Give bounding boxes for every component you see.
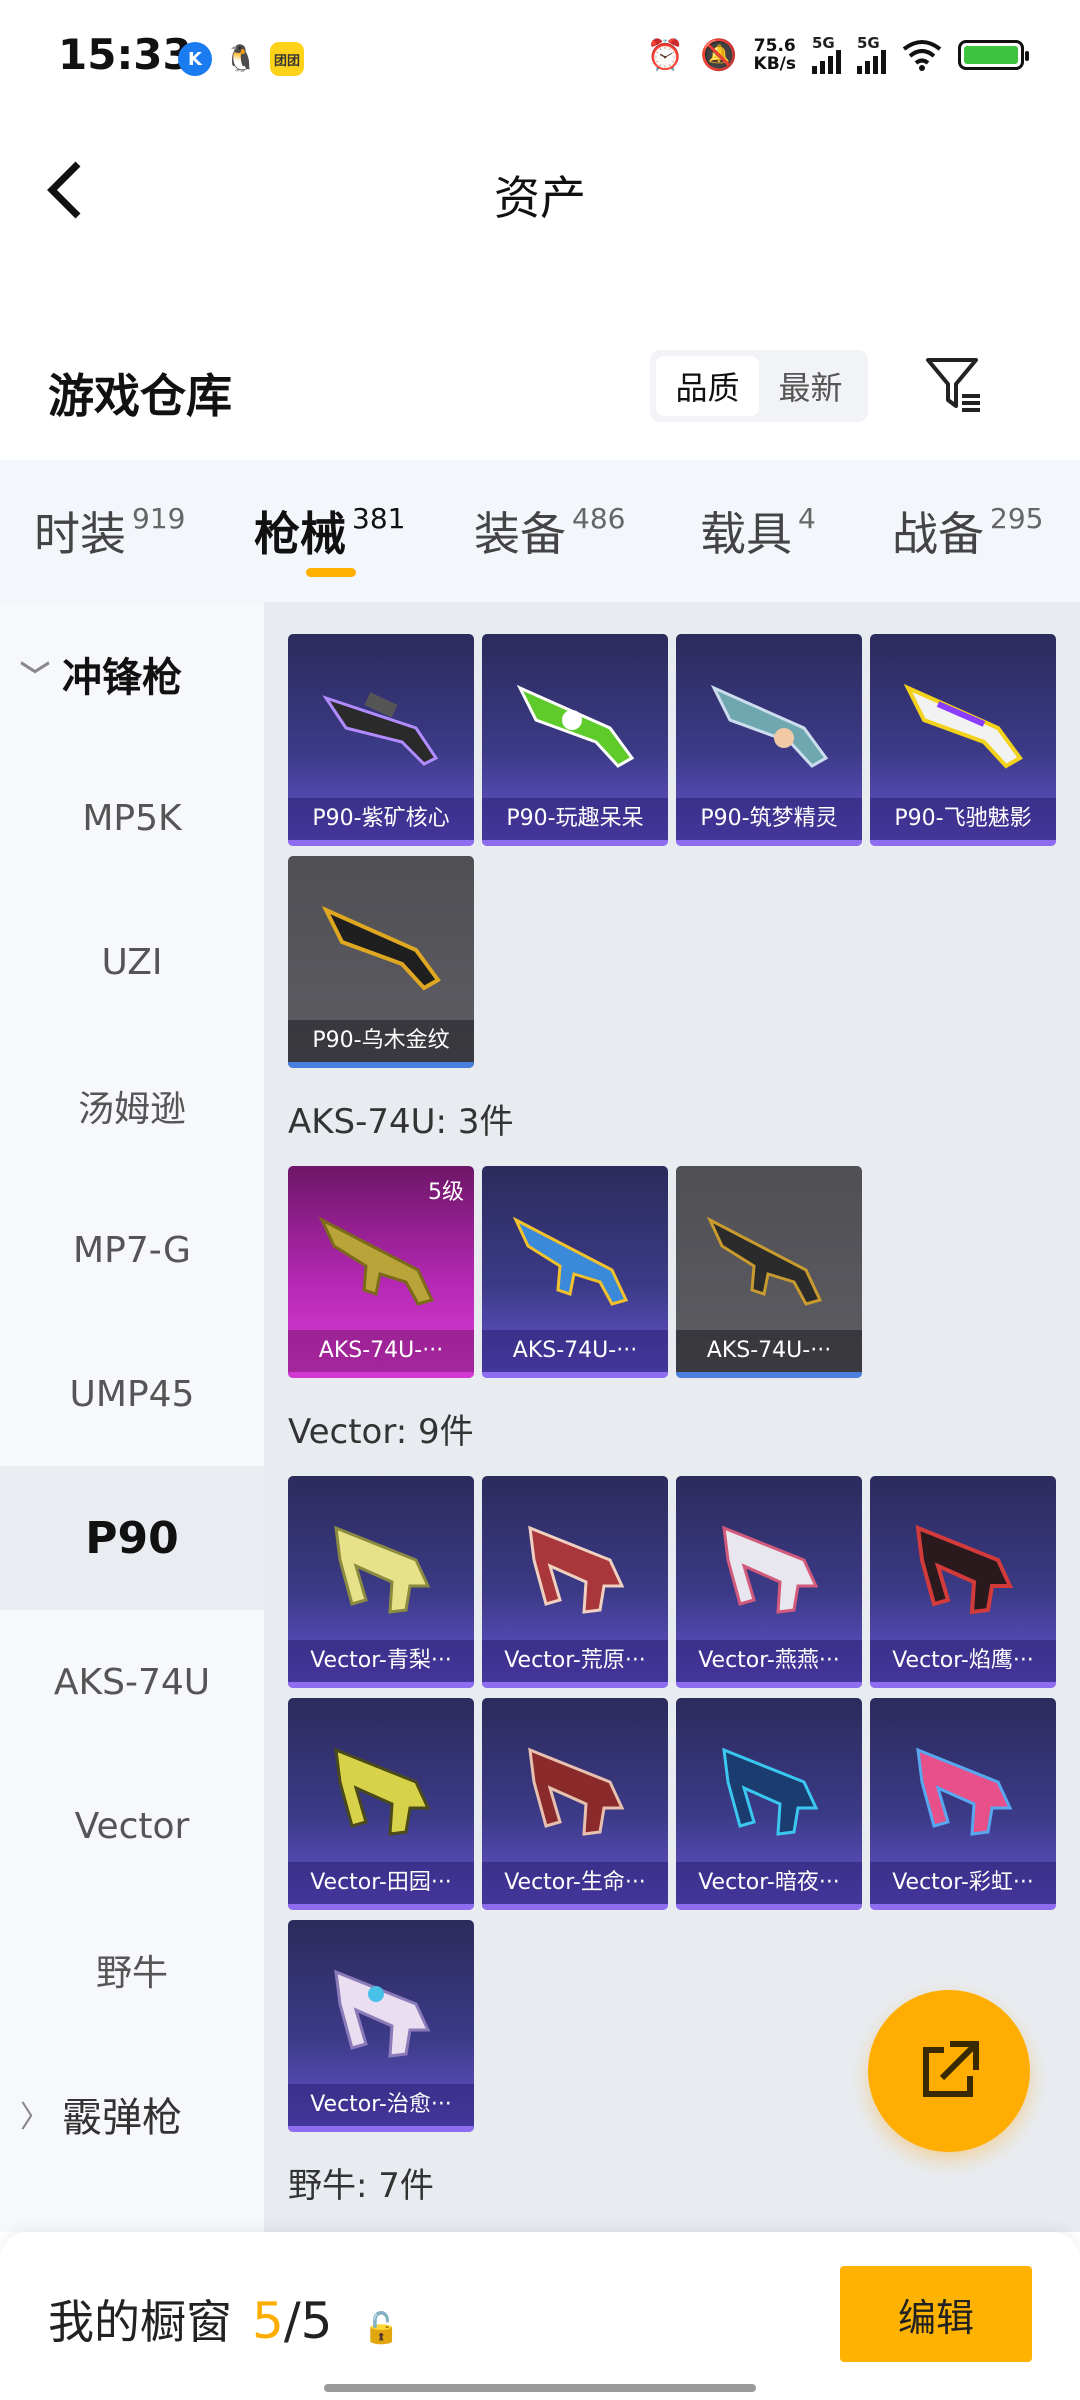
skin-card[interactable]: Vector-彩虹··· [870, 1698, 1056, 1910]
weapon-thumbnail [916, 1747, 1013, 1836]
skin-card[interactable]: P90-玩趣呆呆 [482, 634, 668, 846]
sidebar-item-mp5k[interactable]: MP5K [0, 746, 264, 890]
battery-icon [958, 40, 1029, 70]
skin-card[interactable]: AKS-74U-··· [676, 1166, 862, 1378]
weapon-thumbnail [318, 1216, 435, 1306]
battery-fill [964, 46, 1018, 64]
section-vector: Vector: 9件 [288, 1412, 474, 1452]
mute-icon: 🔕 [700, 37, 738, 73]
weapon-thumbnail [722, 1525, 819, 1614]
chevron-right-icon: 〉 [20, 2100, 50, 2135]
wifi-icon [902, 40, 942, 71]
sidebar-item-thompson[interactable]: 汤姆逊 [0, 1034, 264, 1178]
sidebar-item-uzi[interactable]: UZI [0, 890, 264, 1034]
home-indicator[interactable] [324, 2384, 756, 2392]
tab-supplies[interactable]: 战备 295 [892, 498, 1043, 564]
weapon-thumbnail [516, 684, 635, 768]
clock: 15:33 [58, 30, 192, 79]
sort-quality-option[interactable]: 品质 [656, 356, 759, 416]
weapon-thumbnail [334, 1969, 431, 2058]
weapon-thumbnail [706, 1216, 823, 1306]
sort-toggle: 品质 最新 [650, 350, 868, 422]
weapon-thumbnail [528, 1525, 625, 1614]
weapon-thumbnail [322, 692, 439, 766]
tab-fashion[interactable]: 时装 919 [34, 498, 185, 564]
section-aks74u: AKS-74U: 3件 [288, 1102, 514, 1142]
skin-grid: P90-紫矿核心 P90-玩趣呆呆 P90-筑梦精灵 P90-飞驰魅影 P90-… [264, 602, 1080, 2232]
sidebar-group-smg[interactable]: ﹀ 冲锋枪 [0, 602, 264, 746]
filter-icon [926, 358, 980, 412]
sort-latest-option[interactable]: 最新 [759, 356, 862, 416]
section-bison: 野牛: 7件 [288, 2166, 434, 2206]
weapon-thumbnail [321, 905, 441, 991]
tab-equipment[interactable]: 装备 486 [474, 498, 625, 564]
showcase-count: 5/5 [252, 2292, 333, 2350]
tab-firearms[interactable]: 枪械 381 [254, 498, 405, 564]
skin-card[interactable]: P90-筑梦精灵 [676, 634, 862, 846]
share-fab-button[interactable] [868, 1990, 1030, 2152]
showcase-bar: 我的橱窗 5/5 🔓 编辑 [0, 2232, 1080, 2400]
category-tabs: 时装 919 枪械 381 装备 486 载具 4 战备 295 [0, 460, 1080, 602]
external-link-icon [923, 2041, 979, 2097]
active-tab-indicator [306, 568, 356, 577]
showcase-label: 我的橱窗 [48, 2295, 232, 2349]
skin-card[interactable]: Vector-青梨··· [288, 1476, 474, 1688]
skin-card[interactable]: P90-乌木金纹 [288, 856, 474, 1068]
skin-card[interactable]: Vector-荒原··· [482, 1476, 668, 1688]
chevron-down-icon: ﹀ [20, 660, 50, 695]
notification-icons: K 🐧 团团 [178, 42, 304, 76]
weapon-thumbnail [512, 1216, 629, 1306]
skin-card[interactable]: Vector-燕燕··· [676, 1476, 862, 1688]
skin-card[interactable]: 5级 AKS-74U-··· [288, 1166, 474, 1378]
sidebar-item-vector[interactable]: Vector [0, 1754, 264, 1898]
sidebar-item-bison[interactable]: 野牛 [0, 1898, 264, 2042]
weapon-thumbnail [903, 683, 1023, 769]
weapon-thumbnail [334, 1525, 431, 1614]
system-icons: ⏰ 🔕 75.6 KB/s 5G 5G [646, 36, 1029, 74]
filter-button[interactable] [922, 352, 986, 416]
skin-card[interactable]: Vector-生命··· [482, 1698, 668, 1910]
weapon-thumbnail [722, 1747, 819, 1836]
weapon-sidebar: ﹀ 冲锋枪 MP5K UZI 汤姆逊 MP7-G UMP45 P90 AKS-74… [0, 602, 264, 2232]
skin-card[interactable]: Vector-焰鹰··· [870, 1476, 1056, 1688]
edit-button[interactable]: 编辑 [840, 2266, 1032, 2362]
showcase-info: 我的橱窗 5/5 🔓 [48, 2286, 400, 2352]
page-title: 资产 [494, 171, 586, 225]
sidebar-item-ump45[interactable]: UMP45 [0, 1322, 264, 1466]
network-speed: 75.6 KB/s [753, 36, 796, 74]
skin-card[interactable]: Vector-田园··· [288, 1698, 474, 1910]
skin-card[interactable]: AKS-74U-··· [482, 1166, 668, 1378]
weapon-thumbnail [334, 1747, 431, 1836]
skin-card[interactable]: Vector-治愈··· [288, 1920, 474, 2132]
kuaishou-icon: K [178, 42, 212, 76]
skin-card[interactable]: Vector-暗夜··· [676, 1698, 862, 1910]
status-bar: 15:33 K 🐧 团团 ⏰ 🔕 75.6 KB/s 5G 5G [0, 0, 1080, 120]
signal-sim1-icon: 5G [812, 36, 841, 74]
weapon-thumbnail [710, 684, 829, 768]
weapon-thumbnail [528, 1747, 625, 1836]
sidebar-item-aks74u[interactable]: AKS-74U [0, 1610, 264, 1754]
tab-vehicles[interactable]: 载具 4 [700, 498, 816, 564]
sidebar-group-shotgun[interactable]: 〉霰弹枪 [0, 2042, 264, 2186]
skin-card[interactable]: P90-飞驰魅影 [870, 634, 1056, 846]
tuan-icon: 团团 [270, 42, 304, 76]
alarm-icon: ⏰ [646, 37, 685, 73]
skin-card[interactable]: P90-紫矿核心 [288, 634, 474, 846]
sidebar-item-p90[interactable]: P90 [0, 1466, 264, 1610]
sidebar-item-mp7g[interactable]: MP7-G [0, 1178, 264, 1322]
signal-sim2-icon: 5G [857, 36, 886, 74]
weapon-thumbnail [915, 1524, 1014, 1615]
lock-icon: 🔓 [362, 2311, 400, 2346]
qq-icon: 🐧 [224, 44, 258, 74]
warehouse-title: 游戏仓库 [48, 369, 232, 423]
